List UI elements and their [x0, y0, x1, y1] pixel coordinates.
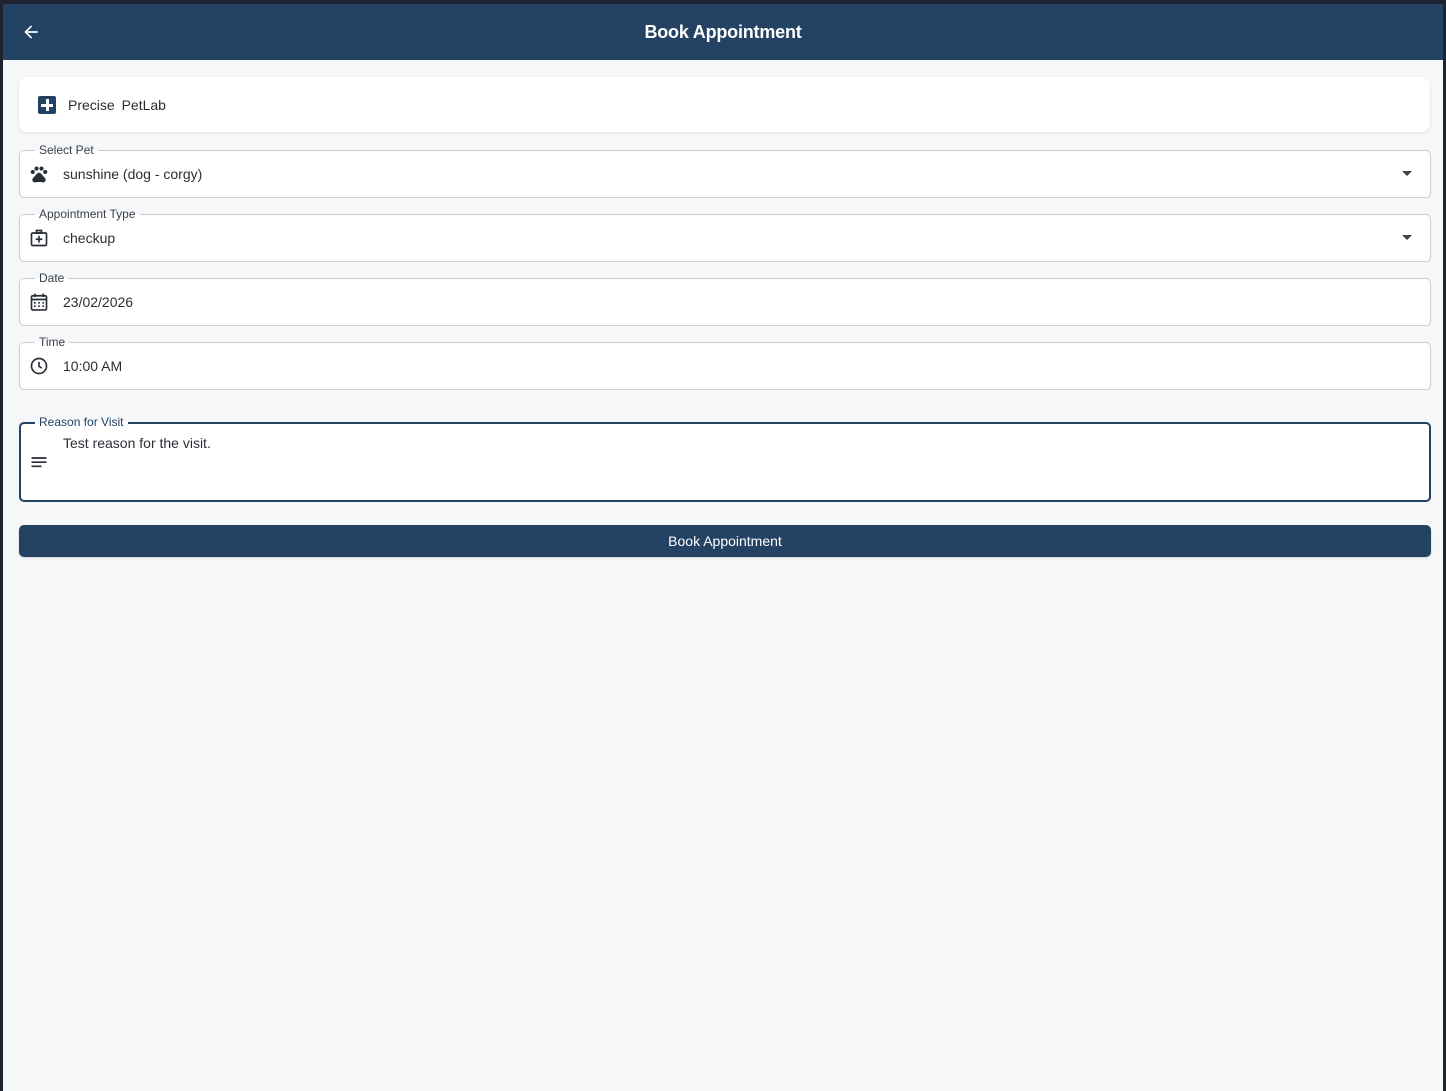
reason-value: Test reason for the visit.	[63, 435, 211, 451]
book-appointment-button[interactable]: Book Appointment	[19, 525, 1431, 557]
time-field[interactable]: Time 10:00 AM	[19, 334, 1431, 390]
clinic-name: Precise PetLab	[68, 96, 166, 113]
date-field[interactable]: Date 23/02/2026	[19, 270, 1431, 326]
medical-cross-icon	[38, 95, 56, 114]
chevron-down-icon	[1402, 171, 1412, 176]
notes-icon	[31, 457, 47, 468]
clinic-card: Precise PetLab	[19, 77, 1430, 132]
pet-select-value: sunshine (dog - corgy)	[63, 166, 203, 182]
appointment-type-value: checkup	[63, 230, 116, 246]
time-value: 10:00 AM	[63, 358, 123, 374]
app-frame: Book Appointment Precise PetLab Select P…	[3, 4, 1443, 1091]
medical-bag-icon	[30, 229, 48, 247]
clock-icon	[30, 357, 48, 375]
calendar-icon	[30, 293, 48, 311]
date-value: 23/02/2026	[63, 294, 134, 310]
app-bar: Book Appointment	[3, 4, 1443, 60]
page-title: Book Appointment	[644, 22, 802, 42]
pet-select[interactable]: Select Pet sunshine (dog - corgy)	[19, 142, 1431, 198]
appointment-type-select[interactable]: Appointment Type checkup	[19, 206, 1431, 262]
paw-icon	[30, 166, 48, 183]
reason-label: Reason for Visit	[35, 414, 128, 430]
reason-textarea[interactable]: Reason for Visit Test reason for the vis…	[19, 414, 1431, 502]
chevron-down-icon	[1402, 235, 1412, 240]
